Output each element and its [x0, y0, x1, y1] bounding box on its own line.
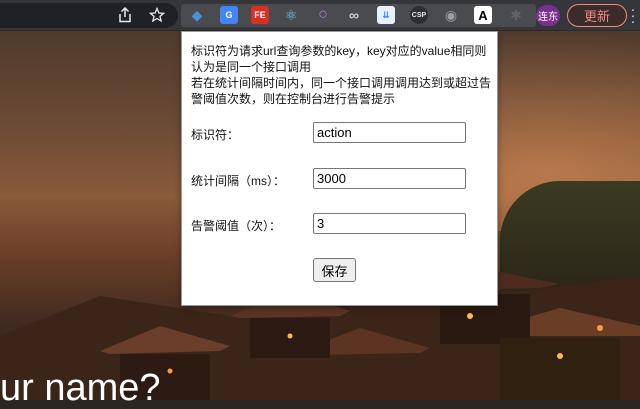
star-icon[interactable]	[147, 5, 167, 25]
threshold-label: 告警阈值（次）：	[191, 219, 282, 233]
a-extension-icon[interactable]: A	[474, 6, 492, 24]
puzzle-extension-icon[interactable]: ✱	[507, 6, 525, 24]
identifier-input[interactable]	[313, 122, 466, 143]
interval-label: 统计间隔（ms）：	[191, 174, 285, 188]
profile-avatar[interactable]: 连东	[536, 5, 560, 26]
description-line-2: 若在统计间隔时间内，同一个接口调用调用达到或超过告警阈值次数，则在控制台进行告警…	[191, 76, 492, 106]
translate-extension-icon[interactable]: G	[220, 6, 238, 24]
link-extension-icon[interactable]: ∞	[345, 6, 363, 24]
fe-extension-icon[interactable]: FE	[251, 6, 269, 24]
extension-popup: 标识符为请求url查询参数的key，key对应的value相同则认为是同一个接口…	[181, 31, 498, 306]
circle-extension-icon[interactable]: ○	[314, 6, 332, 24]
identifier-label: 标识符：	[191, 128, 240, 142]
share-icon[interactable]	[115, 5, 135, 25]
camera-extension-icon[interactable]: ◉	[442, 6, 460, 24]
csp-extension-icon[interactable]: CSP	[410, 6, 428, 24]
browser-toolbar: ◆ G FE ⚛ ○ ∞ ⇊ CSP ◉ A ✱ 连东 更新 · · ·	[0, 0, 640, 31]
download-extension-icon[interactable]: ⇊	[377, 6, 395, 24]
page-heading: ur name?	[0, 367, 161, 409]
description-line-1: 标识符为请求url查询参数的key，key对应的value相同则认为是同一个接口…	[191, 44, 487, 74]
threshold-input[interactable]	[313, 213, 466, 234]
react-extension-icon[interactable]: ⚛	[282, 6, 300, 24]
popup-description: 标识符为请求url查询参数的key，key对应的value相同则认为是同一个接口…	[191, 43, 491, 107]
more-menu-icon[interactable]: · · ·	[628, 2, 638, 28]
interval-input[interactable]	[313, 168, 466, 189]
gem-extension-icon[interactable]: ◆	[188, 6, 206, 24]
update-button[interactable]: 更新	[567, 4, 627, 27]
save-button[interactable]: 保存	[313, 258, 356, 282]
